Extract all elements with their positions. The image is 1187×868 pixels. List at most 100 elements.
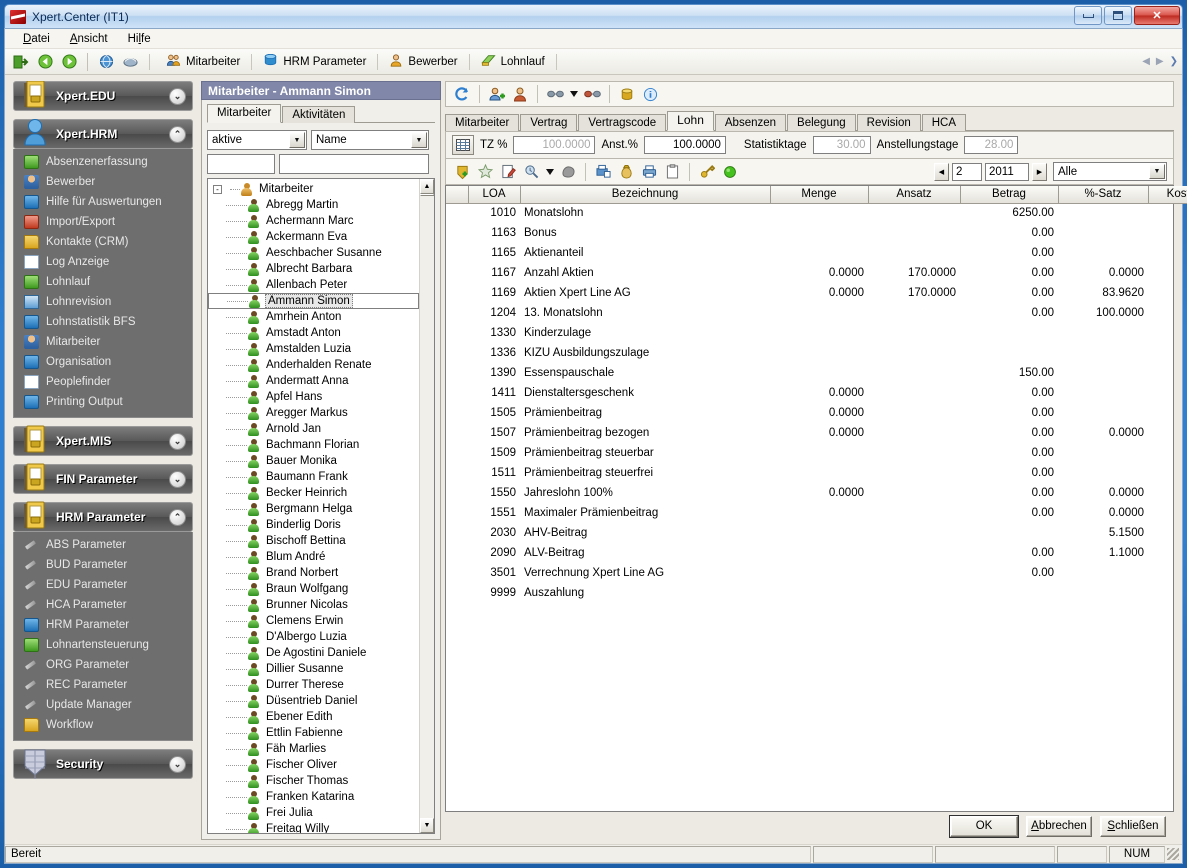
sidebar-header-xpert-hrm[interactable]: Xpert.HRM ⌃ bbox=[13, 119, 193, 149]
tree-item[interactable]: Fäh Marlies bbox=[208, 741, 419, 757]
chevron-down-icon[interactable]: ⌄ bbox=[169, 88, 186, 105]
menu-ansicht[interactable]: Ansicht bbox=[60, 31, 118, 47]
resize-grip-icon[interactable] bbox=[1167, 848, 1179, 860]
table-row[interactable]: 1169 Aktien Xpert Line AG 0.0000 170.0000 0.… bbox=[446, 283, 1187, 303]
sidebar-item-abs-parameter[interactable]: ABS Parameter bbox=[14, 535, 192, 555]
search-input-large[interactable] bbox=[279, 154, 429, 174]
tree-item[interactable]: Amstadt Anton bbox=[208, 325, 419, 341]
sidebar-item-bewerber[interactable]: Bewerber bbox=[14, 172, 192, 192]
table-row[interactable]: 1550 Jahreslohn 100% 0.0000 0.00 0.0000 bbox=[446, 483, 1187, 503]
tree-item[interactable]: Andermatt Anna bbox=[208, 373, 419, 389]
prev-icon[interactable]: ◀ bbox=[934, 162, 949, 181]
tree-item[interactable]: Ebener Edith bbox=[208, 709, 419, 725]
sidebar-item-lohnlauf[interactable]: Lohnlauf bbox=[14, 272, 192, 292]
column-header-bezeichnung[interactable]: Bezeichnung bbox=[520, 186, 771, 204]
tree-item[interactable]: Aeschbacher Susanne bbox=[208, 245, 419, 261]
table-row[interactable]: 2030 AHV-Beitrag 5.1500 bbox=[446, 523, 1187, 543]
toolbar-chevron-icon[interactable]: ❯ bbox=[1170, 56, 1178, 67]
sidebar-item-bud-parameter[interactable]: BUD Parameter bbox=[14, 555, 192, 575]
tree-item[interactable]: Bauer Monika bbox=[208, 453, 419, 469]
employee-tree[interactable]: - Mitarbeiter Abregg Martin Achermann Marc A… bbox=[207, 178, 435, 834]
tree-item[interactable]: Frei Julia bbox=[208, 805, 419, 821]
chevron-down-icon[interactable]: ⌄ bbox=[169, 433, 186, 450]
table-row[interactable]: 1010 Monatslohn 6250.00 bbox=[446, 203, 1187, 223]
toolbar-module-bewerber[interactable]: Bewerber bbox=[382, 51, 464, 73]
tab-hca[interactable]: HCA bbox=[921, 114, 967, 131]
sidebar-item-org-parameter[interactable]: ORG Parameter bbox=[14, 655, 192, 675]
forward-arrow-icon[interactable] bbox=[59, 52, 79, 72]
table-row[interactable]: 1390 Essenspauschale 150.00 bbox=[446, 363, 1187, 383]
tree-item[interactable]: Ammann Simon bbox=[208, 293, 419, 309]
sidebar-item-hrm-parameter[interactable]: HRM Parameter bbox=[14, 615, 192, 635]
filter-sort-select[interactable]: Name ▼ bbox=[311, 130, 429, 150]
field-anstellungstage[interactable]: 28.00 bbox=[964, 136, 1019, 154]
tree-item[interactable]: Apfel Hans bbox=[208, 389, 419, 405]
table-row[interactable]: 1511 Prämienbeitrag steuerfrei 0.00 bbox=[446, 463, 1187, 483]
glasses-red-icon[interactable] bbox=[582, 84, 602, 104]
edit-user-icon[interactable] bbox=[510, 84, 530, 104]
grid-settings-icon[interactable] bbox=[452, 135, 474, 155]
tree-item[interactable]: Durrer Therese bbox=[208, 677, 419, 693]
chevron-down-icon[interactable]: ⌄ bbox=[169, 471, 186, 488]
table-row[interactable]: 1509 Prämienbeitrag steuerbar 0.00 bbox=[446, 443, 1187, 463]
sidebar-item-lohnstatistik-bfs[interactable]: Lohnstatistik BFS bbox=[14, 312, 192, 332]
table-row[interactable]: 1411 Dienstaltersgeschenk 0.0000 0.00 bbox=[446, 383, 1187, 403]
toolbar-module-lohnlauf[interactable]: Lohnlauf bbox=[474, 51, 552, 73]
table-row[interactable]: 1507 Prämienbeitrag bezogen 0.0000 0.00 0.00… bbox=[446, 423, 1187, 443]
column-header--satz[interactable]: %-Satz bbox=[1058, 186, 1149, 204]
sidebar-item-edu-parameter[interactable]: EDU Parameter bbox=[14, 575, 192, 595]
search-clock-icon[interactable] bbox=[521, 162, 541, 182]
sidebar-item-peoplefinder[interactable]: Peoplefinder bbox=[14, 372, 192, 392]
sidebar-header-xpert-mis[interactable]: Xpert.MIS ⌄ bbox=[13, 425, 193, 456]
scroll-up-icon[interactable]: ▲ bbox=[420, 179, 434, 194]
glasses-icon[interactable] bbox=[545, 84, 565, 104]
tree-item[interactable]: Dillier Susanne bbox=[208, 661, 419, 677]
table-row[interactable]: 1167 Anzahl Aktien 0.0000 170.0000 0.00 0.000… bbox=[446, 263, 1187, 283]
refresh-icon[interactable] bbox=[452, 84, 472, 104]
add-shield-icon[interactable] bbox=[452, 162, 472, 182]
table-row[interactable]: 1165 Aktienanteil 0.00 bbox=[446, 243, 1187, 263]
tree-item[interactable]: Amrhein Anton bbox=[208, 309, 419, 325]
favorite-star-icon[interactable] bbox=[475, 162, 495, 182]
sidebar-item-lohnrevision[interactable]: Lohnrevision bbox=[14, 292, 192, 312]
tree-item[interactable]: Bischoff Bettina bbox=[208, 533, 419, 549]
tree-item[interactable]: Franken Katarina bbox=[208, 789, 419, 805]
sidebar-item-update-manager[interactable]: Update Manager bbox=[14, 695, 192, 715]
printer-icon[interactable] bbox=[639, 162, 659, 182]
chevron-down-icon[interactable]: ▼ bbox=[1149, 164, 1165, 179]
scroll-left-icon[interactable]: ◀ bbox=[1142, 56, 1150, 67]
column-header-menge[interactable]: Menge bbox=[770, 186, 869, 204]
tree-item[interactable]: Clemens Erwin bbox=[208, 613, 419, 629]
filter-status-select[interactable]: aktive ▼ bbox=[207, 130, 307, 150]
table-row[interactable]: 1330 Kinderzulage bbox=[446, 323, 1187, 343]
sidebar-item-lohnartensteuerung[interactable]: Lohnartensteuerung bbox=[14, 635, 192, 655]
period-year-field[interactable]: 2011 bbox=[985, 162, 1029, 181]
wage-grid[interactable]: LOA Bezeichnung Menge Ansatz Betrag %-Satz Kos… bbox=[445, 185, 1187, 812]
tab-vertrag[interactable]: Vertrag bbox=[520, 114, 578, 131]
dropdown-arrow-icon[interactable] bbox=[544, 162, 555, 182]
print-data-icon[interactable] bbox=[593, 162, 613, 182]
info-icon[interactable] bbox=[640, 84, 660, 104]
table-row[interactable]: 9999 Auszahlung bbox=[446, 583, 1187, 603]
column-header-loa[interactable]: LOA bbox=[468, 186, 521, 204]
sidebar-item-hca-parameter[interactable]: HCA Parameter bbox=[14, 595, 192, 615]
chevron-down-icon[interactable]: ▼ bbox=[289, 132, 305, 148]
table-row[interactable]: 2090 ALV-Beitrag 0.00 1.1000 bbox=[446, 543, 1187, 563]
sidebar-item-hilfe-fur-auswertungen[interactable]: Hilfe für Auswertungen bbox=[14, 192, 192, 212]
chevron-up-icon[interactable]: ⌃ bbox=[169, 126, 186, 143]
tree-item[interactable]: Anderhalden Renate bbox=[208, 357, 419, 373]
tab-lohn[interactable]: Lohn bbox=[667, 111, 714, 131]
tree-expander-icon[interactable]: - bbox=[213, 184, 222, 194]
add-user-icon[interactable] bbox=[487, 84, 507, 104]
tree-item[interactable]: Baumann Frank bbox=[208, 469, 419, 485]
money-bag-icon[interactable] bbox=[616, 162, 636, 182]
tree-item[interactable]: Albrecht Barbara bbox=[208, 261, 419, 277]
tree-item[interactable]: Binderlig Doris bbox=[208, 517, 419, 533]
sidebar-header-security[interactable]: Security ⌄ bbox=[13, 749, 193, 780]
tree-item[interactable]: Allenbach Peter bbox=[208, 277, 419, 293]
period-filter-select[interactable]: Alle ▼ bbox=[1053, 162, 1167, 181]
table-row[interactable]: 1336 KIZU Ausbildungszulage bbox=[446, 343, 1187, 363]
tree-item[interactable]: Fischer Thomas bbox=[208, 773, 419, 789]
sidebar-item-kontakte-crm[interactable]: Kontakte (CRM) bbox=[14, 232, 192, 252]
tree-item[interactable]: Ackermann Eva bbox=[208, 229, 419, 245]
